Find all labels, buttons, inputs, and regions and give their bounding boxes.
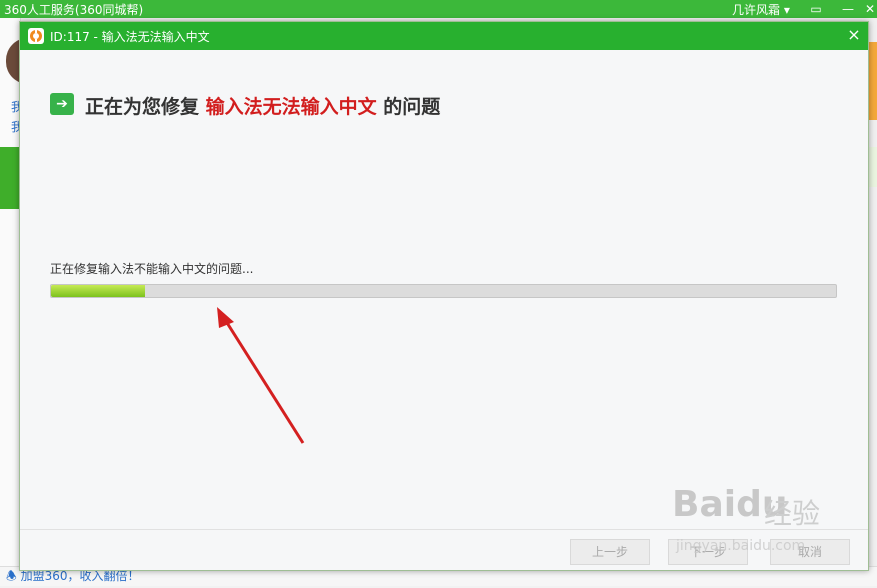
annotation-arrow-line xyxy=(222,317,305,444)
watermark-sub: 经验 xyxy=(764,497,821,530)
watermark-url: jingyan.baidu.com xyxy=(676,538,806,554)
baidu-watermark: Baidu 经验 jingyan.baidu.com xyxy=(672,484,858,564)
annotation-arrow-head xyxy=(217,307,234,328)
